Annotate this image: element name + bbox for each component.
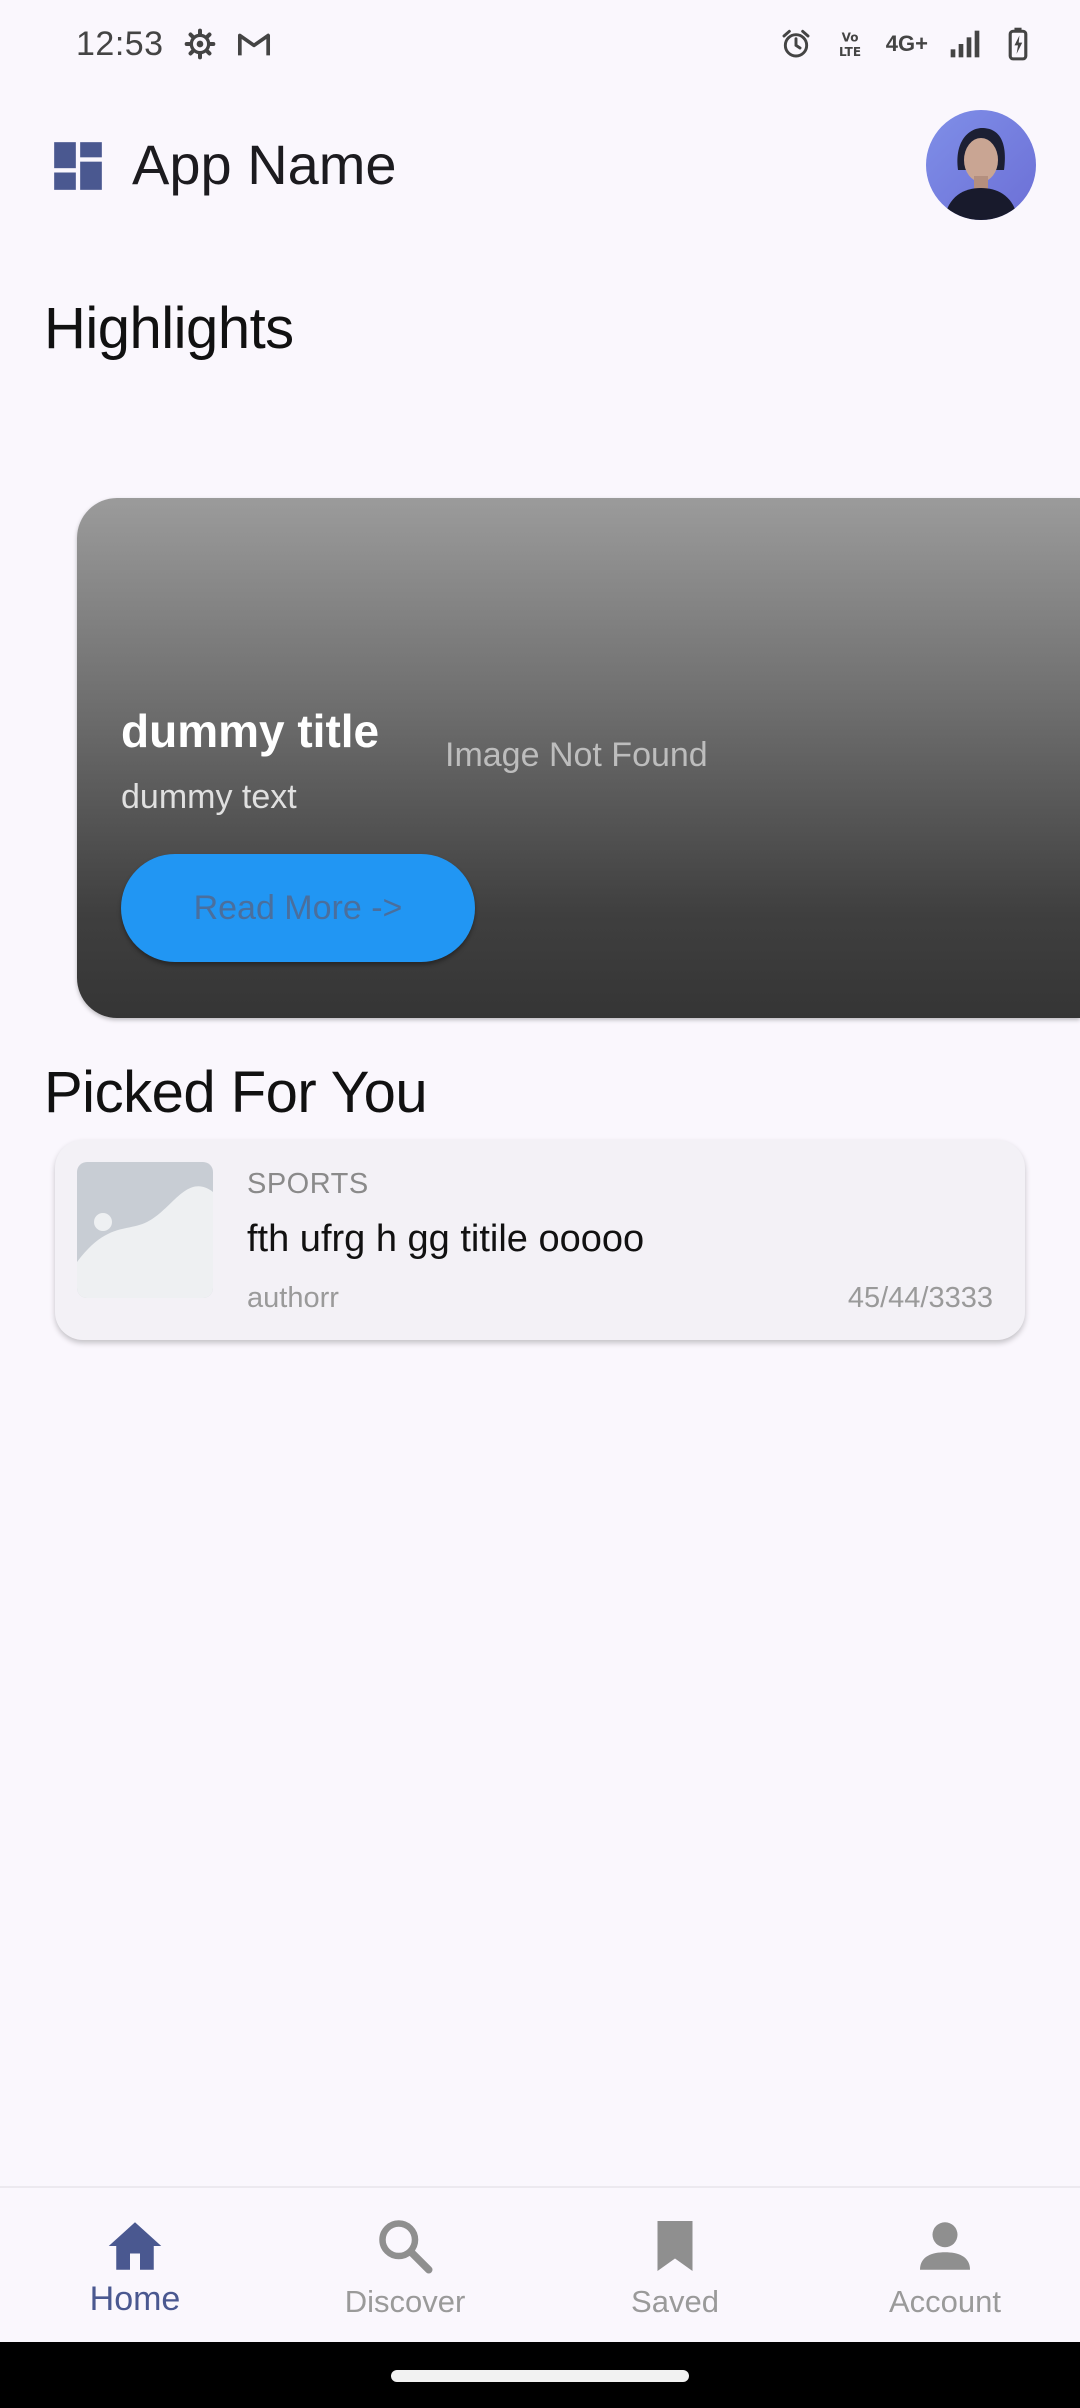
picked-heading: Picked For You (44, 1060, 428, 1125)
status-time: 12:53 (76, 24, 164, 63)
profile-avatar[interactable] (926, 110, 1036, 220)
nav-item-home[interactable]: Home (0, 2188, 270, 2344)
bookmark-icon (645, 2216, 705, 2276)
home-icon (105, 2216, 165, 2276)
gmail-icon (236, 26, 272, 62)
nav-item-discover[interactable]: Discover (270, 2188, 540, 2344)
item-author: authorr (247, 1282, 339, 1314)
status-bar: 12:53 Vo LTE 4G+ (0, 0, 1080, 88)
battery-charging-icon (1000, 26, 1036, 62)
person-icon (915, 2216, 975, 2276)
network-4g-icon: 4G+ (885, 31, 928, 56)
read-more-button[interactable]: Read More -> (121, 854, 475, 962)
highlight-card-text: dummy text (121, 778, 297, 816)
item-category: SPORTS (247, 1168, 369, 1200)
highlight-card[interactable]: Image Not Found dummy title dummy text R… (77, 498, 1080, 1018)
signal-icon (946, 26, 982, 62)
search-icon (375, 2216, 435, 2276)
nav-label-discover: Discover (344, 2284, 466, 2319)
volte-icon: Vo LTE (832, 26, 868, 62)
highlight-card-title: dummy title (121, 705, 380, 757)
dashboard-icon[interactable] (52, 140, 104, 192)
nav-label-home: Home (89, 2280, 181, 2318)
highlights-heading: Highlights (44, 296, 294, 361)
gesture-bar (0, 2342, 1080, 2408)
status-left: 12:53 (76, 25, 272, 64)
alarm-icon (778, 26, 814, 62)
nav-item-saved[interactable]: Saved (540, 2188, 810, 2344)
svg-text:LTE: LTE (839, 45, 861, 59)
settings-gear-icon (182, 26, 218, 62)
item-date: 45/44/3333 (847, 1282, 993, 1314)
status-right: Vo LTE 4G+ (778, 26, 1036, 62)
nav-label-account: Account (888, 2284, 1001, 2319)
app-bar: App Name (0, 100, 1080, 230)
svg-text:Vo: Vo (841, 30, 858, 44)
image-placeholder-icon (77, 1162, 213, 1298)
nav-label-saved: Saved (631, 2284, 719, 2319)
list-item[interactable]: SPORTS fth ufrg h gg titile ooooo author… (55, 1140, 1025, 1340)
item-title: fth ufrg h gg titile ooooo (247, 1218, 645, 1260)
nav-item-account[interactable]: Account (810, 2188, 1080, 2344)
app-title: App Name (132, 133, 397, 196)
home-gesture-handle[interactable] (391, 2370, 689, 2382)
image-not-found-text: Image Not Found (445, 736, 708, 774)
bottom-navigation: Home Discover Saved Account (0, 2186, 1080, 2344)
